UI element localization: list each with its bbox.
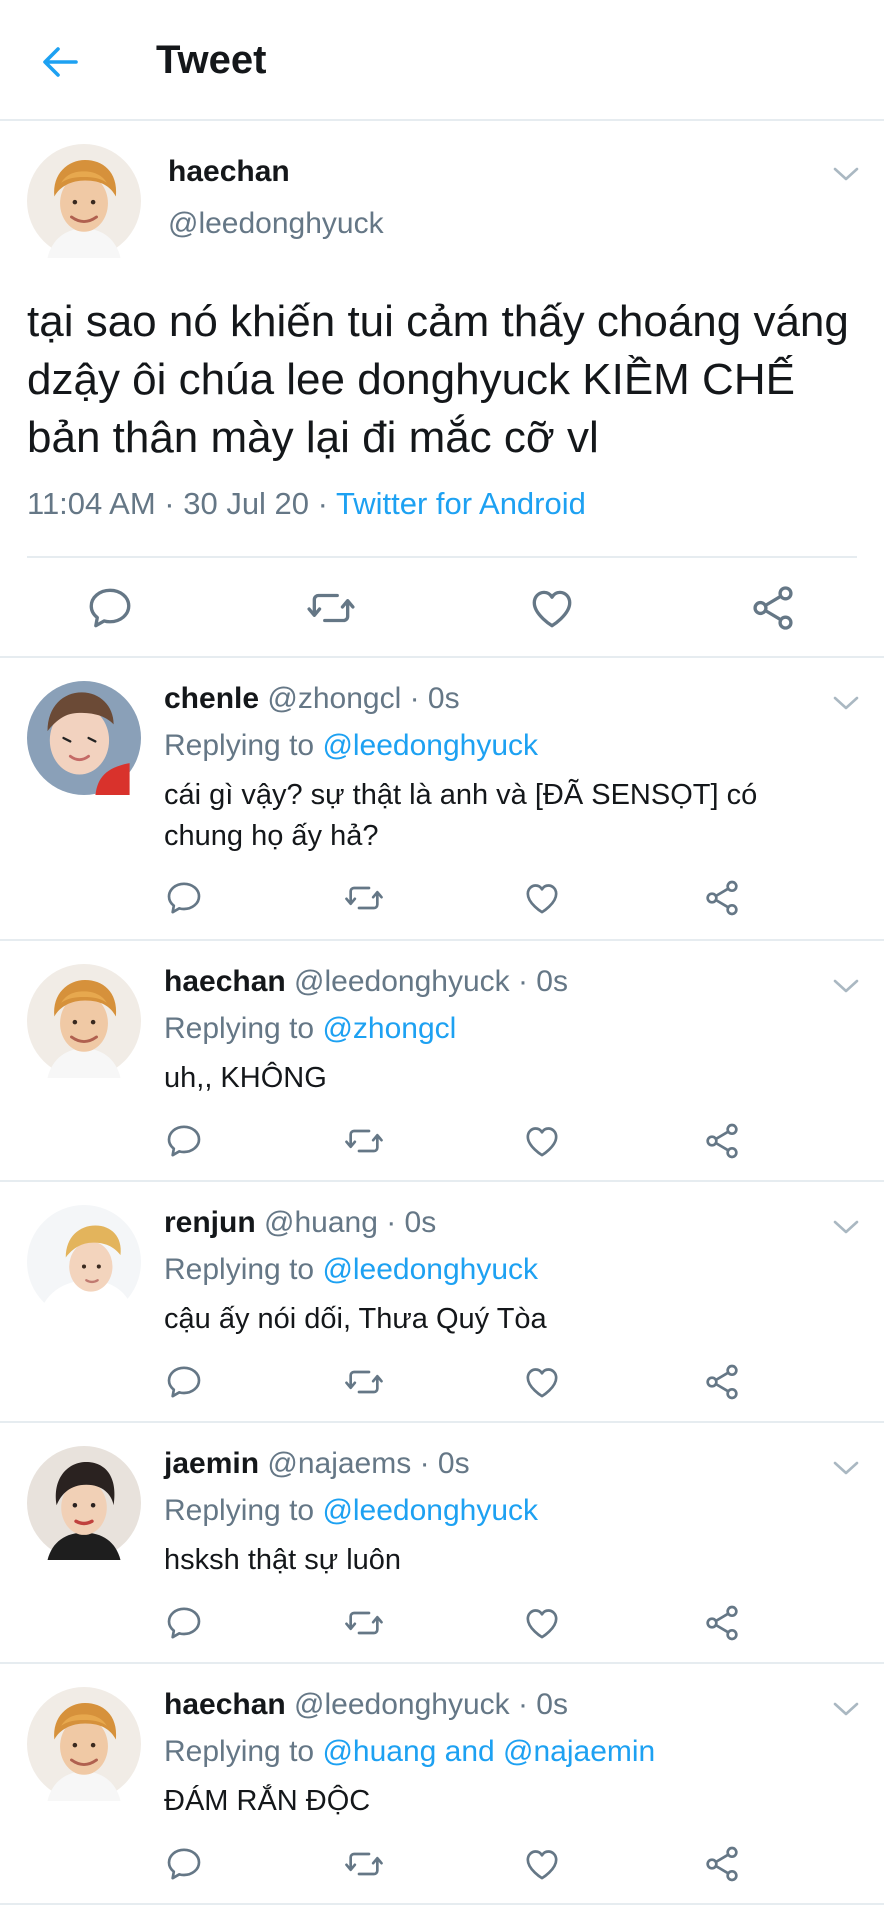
- author-handle[interactable]: @leedonghyuck: [168, 207, 384, 241]
- heart-icon[interactable]: [522, 1844, 562, 1884]
- reply-actions: [0, 878, 884, 928]
- reply-header: jaemin @najaems · 0s: [164, 1447, 470, 1481]
- retweet-icon[interactable]: [344, 1844, 384, 1884]
- replying-to-mention[interactable]: @huang and @najaemin: [322, 1735, 655, 1768]
- replying-to: Replying to @leedonghyuck: [164, 1253, 538, 1287]
- chevron-down-icon[interactable]: [832, 694, 860, 712]
- retweet-icon[interactable]: [344, 878, 384, 918]
- replying-to-label: Replying to: [164, 1012, 323, 1045]
- top-app-bar: Tweet: [0, 0, 884, 121]
- chevron-down-icon[interactable]: [832, 1700, 860, 1718]
- reply-icon[interactable]: [164, 1362, 204, 1402]
- reply-header: haechan @leedonghyuck · 0s: [164, 1688, 568, 1722]
- reply-icon[interactable]: [164, 1603, 204, 1643]
- share-icon[interactable]: [702, 878, 742, 918]
- reply-author-name[interactable]: jaemin: [164, 1447, 259, 1480]
- tweet-text: tại sao nó khiến tui cảm thấy choáng ván…: [27, 297, 849, 462]
- reply-actions: [0, 1121, 884, 1171]
- chevron-down-icon[interactable]: [832, 1459, 860, 1477]
- heart-icon[interactable]: [522, 1362, 562, 1402]
- share-icon[interactable]: [702, 1121, 742, 1161]
- replying-to-mention[interactable]: @leedonghyuck: [322, 1253, 538, 1286]
- reply-text: ĐÁM RẮN ĐỘC: [164, 1785, 371, 1817]
- tweet-timestamp: 11:04 AM · 30 Jul 20 ·: [27, 486, 337, 521]
- reply-header: renjun @huang · 0s: [164, 1206, 436, 1240]
- replying-to: Replying to @zhongcl: [164, 1012, 456, 1046]
- reply-icon[interactable]: [85, 583, 135, 633]
- tweet-metadata: 11:04 AM · 30 Jul 20 · Twitter for Andro…: [27, 486, 586, 522]
- heart-icon[interactable]: [522, 878, 562, 918]
- author-name[interactable]: haechan: [168, 155, 290, 189]
- replying-to-mention[interactable]: @leedonghyuck: [322, 729, 538, 762]
- replying-to-mention[interactable]: @zhongcl: [322, 1012, 456, 1045]
- replying-to-label: Replying to: [164, 729, 323, 762]
- chevron-down-icon[interactable]: [832, 977, 860, 995]
- reply-handle-time: @najaems · 0s: [259, 1447, 470, 1480]
- reply-actions: [0, 1362, 884, 1412]
- avatar[interactable]: [27, 681, 141, 795]
- avatar[interactable]: [27, 1687, 141, 1801]
- page-title: Tweet: [156, 38, 267, 82]
- replying-to: Replying to @leedonghyuck: [164, 1494, 538, 1528]
- heart-icon[interactable]: [527, 583, 577, 633]
- retweet-icon[interactable]: [344, 1362, 384, 1402]
- share-icon[interactable]: [702, 1362, 742, 1402]
- replying-to-label: Replying to: [164, 1494, 323, 1527]
- reply-handle-time: @huang · 0s: [255, 1206, 437, 1239]
- reply-handle-time: @zhongcl · 0s: [259, 682, 460, 715]
- replying-to: Replying to @leedonghyuck: [164, 729, 538, 763]
- replying-to-mention[interactable]: @leedonghyuck: [322, 1494, 538, 1527]
- avatar[interactable]: [27, 1205, 141, 1319]
- reply-header: haechan @leedonghyuck · 0s: [164, 965, 568, 999]
- reply-author-name[interactable]: chenle: [164, 682, 259, 715]
- reply-icon[interactable]: [164, 878, 204, 918]
- avatar[interactable]: [27, 1446, 141, 1560]
- reply-actions: [0, 1603, 884, 1653]
- reply-author-name[interactable]: haechan: [164, 965, 286, 998]
- reply-author-name[interactable]: haechan: [164, 1688, 286, 1721]
- main-tweet: haechan @leedonghyuck tại sao nó khiến t…: [0, 121, 884, 658]
- reply-handle-time: @leedonghyuck · 0s: [285, 1688, 568, 1721]
- reply-author-name[interactable]: renjun: [164, 1206, 256, 1239]
- reply-tweet[interactable]: haechan @leedonghyuck · 0s Replying to @…: [0, 941, 884, 1182]
- share-icon[interactable]: [702, 1603, 742, 1643]
- chevron-down-icon[interactable]: [832, 165, 860, 183]
- share-icon[interactable]: [748, 583, 798, 633]
- reply-icon[interactable]: [164, 1844, 204, 1884]
- reply-tweet[interactable]: haechan @leedonghyuck · 0s Replying to @…: [0, 1664, 884, 1905]
- reply-text: cái gì vậy? sự thật là anh và [ĐÃ SENSỌT…: [164, 779, 758, 852]
- heart-icon[interactable]: [522, 1603, 562, 1643]
- arrow-left-icon[interactable]: [38, 40, 82, 84]
- reply-text: uh,, KHÔNG: [164, 1062, 327, 1094]
- reply-text: hsksh thật sự luôn: [164, 1544, 402, 1576]
- tweet-source-link[interactable]: Twitter for Android: [336, 486, 586, 521]
- reply-text: cậu ấy nói dối, Thưa Quý Tòa: [164, 1303, 547, 1335]
- reply-header: chenle @zhongcl · 0s: [164, 682, 460, 716]
- share-icon[interactable]: [702, 1844, 742, 1884]
- reply-actions: [0, 1844, 884, 1894]
- reply-handle-time: @leedonghyuck · 0s: [285, 965, 568, 998]
- reply-tweet[interactable]: chenle @zhongcl · 0s Replying to @leedon…: [0, 658, 884, 941]
- reply-tweet[interactable]: jaemin @najaems · 0s Replying to @leedon…: [0, 1423, 884, 1664]
- divider: [27, 556, 857, 558]
- replying-to-label: Replying to: [164, 1735, 323, 1768]
- retweet-icon[interactable]: [344, 1121, 384, 1161]
- avatar[interactable]: [27, 964, 141, 1078]
- avatar[interactable]: [27, 144, 141, 258]
- replying-to: Replying to @huang and @najaemin: [164, 1735, 655, 1769]
- chevron-down-icon[interactable]: [832, 1218, 860, 1236]
- reply-tweet[interactable]: renjun @huang · 0s Replying to @leedongh…: [0, 1182, 884, 1423]
- retweet-icon[interactable]: [306, 583, 356, 633]
- heart-icon[interactable]: [522, 1121, 562, 1161]
- tweet-actions: [0, 571, 884, 647]
- reply-icon[interactable]: [164, 1121, 204, 1161]
- replying-to-label: Replying to: [164, 1253, 323, 1286]
- retweet-icon[interactable]: [344, 1603, 384, 1643]
